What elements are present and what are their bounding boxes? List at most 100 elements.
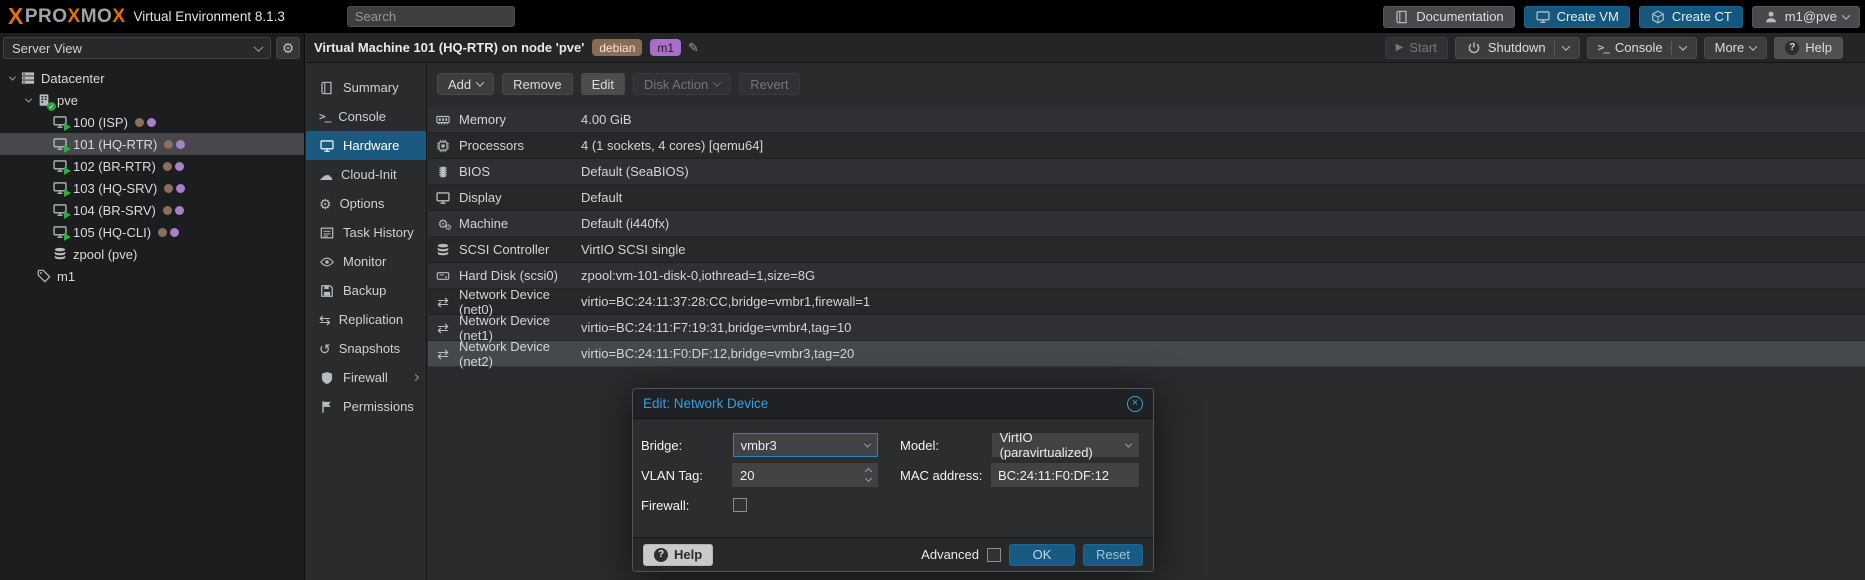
tag-dot-debian xyxy=(163,162,172,171)
mac-input[interactable] xyxy=(991,463,1139,487)
cloud-icon: ☁ xyxy=(319,168,333,182)
chevron-down-icon[interactable] xyxy=(864,440,871,447)
table-row-processors[interactable]: Processors 4 (1 sockets, 4 cores) [qemu6… xyxy=(428,133,1865,159)
tab-monitor[interactable]: Monitor xyxy=(306,247,426,276)
sidebar: Server View ⚙ Datacenter ✓ pve 100 (ISP)… xyxy=(0,33,305,580)
revert-button[interactable]: Revert xyxy=(739,73,799,95)
table-row-machine[interactable]: ⚙⚙ Machine Default (i440fx) xyxy=(428,211,1865,237)
tree-item-datacenter[interactable]: Datacenter xyxy=(0,67,304,89)
expander-icon[interactable] xyxy=(8,73,15,80)
tree-item-vm-105[interactable]: 105 (HQ-CLI) xyxy=(0,221,304,243)
eye-icon xyxy=(319,254,335,270)
power-icon xyxy=(1466,40,1482,56)
chevron-down-icon[interactable] xyxy=(1678,42,1686,50)
list-icon xyxy=(319,225,335,241)
edit-tags-pencil-icon[interactable]: ✎ xyxy=(688,40,699,56)
tag-badge-debian[interactable]: debian xyxy=(592,39,642,56)
add-button[interactable]: Add xyxy=(437,73,494,95)
tab-snapshots[interactable]: ↺ Snapshots xyxy=(306,334,426,363)
tab-label: Snapshots xyxy=(339,341,400,356)
tab-task-history[interactable]: Task History xyxy=(306,218,426,247)
table-row-net1[interactable]: ⇄ Network Device (net1) virtio=BC:24:11:… xyxy=(428,315,1865,341)
tag-dot-debian xyxy=(158,228,167,237)
table-row-hard-disk[interactable]: Hard Disk (scsi0) zpool:vm-101-disk-0,io… xyxy=(428,263,1865,289)
create-ct-label: Create CT xyxy=(1672,9,1732,24)
disk-action-button[interactable]: Disk Action xyxy=(633,73,731,95)
tab-summary[interactable]: Summary xyxy=(306,73,426,102)
vlan-stepper[interactable] xyxy=(732,463,878,487)
expander-icon[interactable] xyxy=(24,95,31,102)
advanced-checkbox[interactable] xyxy=(987,548,1001,562)
tree-item-label: zpool (pve) xyxy=(73,247,137,262)
tree-item-vm-100[interactable]: 100 (ISP) xyxy=(0,111,304,133)
tree-item-tag-m1[interactable]: m1 xyxy=(0,265,304,287)
edit-button[interactable]: Edit xyxy=(581,73,625,95)
tab-firewall[interactable]: Firewall xyxy=(306,363,426,392)
tab-console[interactable]: >_ Console xyxy=(306,102,426,131)
logo-text: MO xyxy=(81,6,113,28)
tab-replication[interactable]: ⇆ Replication xyxy=(306,305,426,334)
table-row-net2[interactable]: ⇄ Network Device (net2) virtio=BC:24:11:… xyxy=(428,341,1865,367)
search-input[interactable] xyxy=(347,6,515,27)
user-menu-button[interactable]: m1@pve xyxy=(1752,6,1860,28)
spinner-icons[interactable] xyxy=(866,469,871,481)
chevron-down-icon[interactable] xyxy=(1125,440,1132,447)
chevron-down-icon[interactable] xyxy=(1561,42,1569,50)
network-icon: ⇄ xyxy=(435,346,451,362)
close-icon[interactable]: × xyxy=(1127,396,1143,412)
sidebar-gear-button[interactable]: ⚙ xyxy=(276,37,300,59)
table-row-bios[interactable]: BIOS Default (SeaBIOS) xyxy=(428,159,1865,185)
dialog-help-button[interactable]: ? Help xyxy=(643,544,713,566)
bridge-combo[interactable]: vmbr3 xyxy=(733,433,878,457)
disk-action-label: Disk Action xyxy=(644,77,708,92)
spin-down-icon[interactable] xyxy=(865,475,872,482)
tag-badge-m1[interactable]: m1 xyxy=(650,39,681,56)
more-button[interactable]: More xyxy=(1704,37,1768,59)
help-button[interactable]: ? Help xyxy=(1774,37,1843,59)
gear-icon: ⚙ xyxy=(319,197,332,211)
table-row-memory[interactable]: Memory 4.00 GiB xyxy=(428,107,1865,133)
row-label: Network Device (net2) xyxy=(459,339,581,369)
tag-dot-m1 xyxy=(147,118,156,127)
ok-button[interactable]: OK xyxy=(1009,544,1075,566)
tab-options[interactable]: ⚙ Options xyxy=(306,189,426,218)
create-vm-button[interactable]: Create VM xyxy=(1524,6,1630,28)
tree-item-vm-102[interactable]: 102 (BR-RTR) xyxy=(0,155,304,177)
tree-item-vm-104[interactable]: 104 (BR-SRV) xyxy=(0,199,304,221)
flag-icon xyxy=(319,399,335,415)
remove-button[interactable]: Remove xyxy=(502,73,572,95)
gears-icon: ⚙⚙ xyxy=(435,216,451,232)
shutdown-button[interactable]: Shutdown xyxy=(1455,37,1580,59)
mac-label: MAC address: xyxy=(900,468,991,483)
start-button[interactable]: ▶ Start xyxy=(1385,37,1448,59)
console-label: Console xyxy=(1615,40,1663,55)
tree-item-vm-101[interactable]: 101 (HQ-RTR) xyxy=(0,133,304,155)
reset-button[interactable]: Reset xyxy=(1083,544,1143,566)
tab-backup[interactable]: Backup xyxy=(306,276,426,305)
question-icon: ? xyxy=(1785,41,1799,55)
table-row-net0[interactable]: ⇄ Network Device (net0) virtio=BC:24:11:… xyxy=(428,289,1865,315)
table-row-display[interactable]: Display Default xyxy=(428,185,1865,211)
tag-dot-debian xyxy=(135,118,144,127)
console-button[interactable]: >_ Console xyxy=(1587,37,1697,59)
create-ct-button[interactable]: Create CT xyxy=(1639,6,1743,28)
tab-hardware[interactable]: Hardware xyxy=(306,131,426,160)
table-row-scsi-controller[interactable]: SCSI Controller VirtIO SCSI single xyxy=(428,237,1865,263)
tab-cloud-init[interactable]: ☁ Cloud-Init xyxy=(306,160,426,189)
model-combo[interactable]: VirtIO (paravirtualized) xyxy=(992,433,1139,457)
tab-permissions[interactable]: Permissions xyxy=(306,392,426,421)
terminal-icon: >_ xyxy=(1598,41,1609,54)
vm-running-icon xyxy=(52,180,68,196)
remove-label: Remove xyxy=(513,77,561,92)
vlan-input[interactable] xyxy=(733,463,879,487)
view-selector[interactable]: Server View xyxy=(3,37,271,59)
tree-item-vm-103[interactable]: 103 (HQ-SRV) xyxy=(0,177,304,199)
tag-dot-m1 xyxy=(170,228,179,237)
tree-item-pve[interactable]: ✓ pve xyxy=(0,89,304,111)
documentation-button[interactable]: Documentation xyxy=(1383,6,1514,28)
tree-item-storage-zpool[interactable]: zpool (pve) xyxy=(0,243,304,265)
reset-label: Reset xyxy=(1096,547,1130,562)
edit-network-device-dialog: Edit: Network Device × Bridge: vmbr3 Mod… xyxy=(632,388,1154,572)
dialog-header[interactable]: Edit: Network Device × xyxy=(633,389,1153,419)
firewall-checkbox[interactable] xyxy=(733,498,747,512)
